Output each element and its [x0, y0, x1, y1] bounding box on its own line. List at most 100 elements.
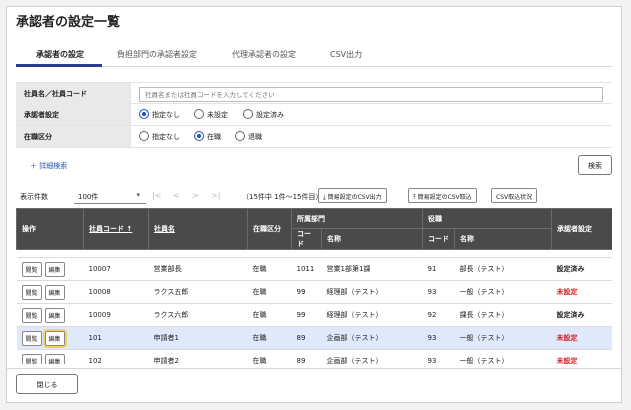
record-range: （15件中 1件～15件目） — [242, 193, 323, 201]
csv-import-status-button[interactable]: CSV取込状況 — [491, 188, 538, 203]
table-row: 閲覧 編集 10007 営業部長 在職 1011 営業1部第1課 91 部長（テスト） 設定済み — [16, 257, 612, 281]
dept-name: 経理部（テスト） — [321, 303, 423, 327]
next-page-icon[interactable]: > — [192, 191, 199, 200]
col-pos-code: コード — [422, 228, 455, 250]
pos-code: 93 — [422, 349, 455, 364]
pos-code: 92 — [422, 303, 455, 327]
approver-radio-none[interactable]: 指定なし — [139, 109, 180, 120]
col-ops: 操作 — [16, 208, 84, 250]
view-button[interactable]: 閲覧 — [21, 284, 42, 300]
active-tab-indicator — [16, 64, 102, 67]
approver-status: 未設定 — [551, 349, 612, 364]
tab-bar: 承認者の設定 負担部門の承認者設定 代理承認者の設定 CSV出力 — [16, 42, 612, 67]
col-emp-code[interactable]: 社員コード ↑ — [83, 208, 149, 250]
table-row: 閲覧 編集 10009 ラクス六郎 在職 99 経理部（テスト） 92 課長（テスト） 設定済み — [16, 303, 612, 327]
tab-burden-dept-approver[interactable]: 負担部門の承認者設定 — [117, 49, 197, 60]
emp-code: 101 — [83, 326, 149, 350]
status-label: 在職区分 — [16, 126, 131, 147]
dept-code: 99 — [291, 280, 322, 304]
edit-button[interactable]: 編集 — [42, 328, 67, 348]
col-dept-name: 名称 — [321, 228, 423, 250]
pos-code: 93 — [422, 280, 455, 304]
dept-name: 営業1部第1課 — [321, 257, 423, 281]
col-approver: 承認者設定 — [551, 208, 612, 250]
col-pos-name: 名称 — [454, 228, 552, 250]
approver-table-wrap[interactable]: 操作 社員コード ↑ 社員名 在職区分 所属部門 役職 承認者設定 コード 名称… — [16, 208, 612, 364]
approver-status: 未設定 — [551, 326, 612, 350]
approver-label: 承認者設定 — [16, 104, 131, 125]
csv-export-button[interactable]: ⤓ 簡易設定のCSV出力 — [318, 188, 387, 203]
employee-row: 社員名／社員コード — [16, 82, 612, 104]
tab-csv-export[interactable]: CSV出力 — [330, 49, 362, 60]
pos-name: 課長（テスト） — [454, 303, 552, 327]
emp-code: 102 — [83, 349, 149, 364]
tab-approver-settings[interactable]: 承認者の設定 — [36, 49, 84, 60]
dept-code: 99 — [291, 303, 322, 327]
csv-import-button[interactable]: ⤒ 簡易設定のCSV取込 — [408, 188, 477, 203]
dept-code: 89 — [291, 326, 322, 350]
approver-status: 設定済み — [551, 257, 612, 281]
edit-button[interactable]: 編集 — [44, 284, 65, 300]
radio-icon — [243, 109, 253, 119]
advanced-search-link[interactable]: ＋ 詳細検索 — [30, 161, 67, 171]
view-button[interactable]: 閲覧 — [21, 330, 42, 346]
col-dept-code: コード — [291, 228, 322, 250]
emp-code: 10007 — [83, 257, 149, 281]
tab-proxy-approver[interactable]: 代理承認者の設定 — [232, 49, 296, 60]
emp-name: 申請者1 — [148, 326, 248, 350]
emp-status: 在職 — [247, 303, 292, 327]
col-emp-name[interactable]: 社員名 — [148, 208, 248, 250]
row-actions: 閲覧 編集 — [16, 349, 84, 364]
approver-table: 操作 社員コード ↑ 社員名 在職区分 所属部門 役職 承認者設定 コード 名称… — [16, 208, 612, 364]
status-row: 在職区分 指定なし 在職 退職 — [16, 126, 612, 148]
search-form: 社員名／社員コード 承認者設定 指定なし 未設定 設定済み 在職区分 指定なし … — [16, 82, 612, 148]
radio-selected-icon — [139, 109, 149, 119]
radio-icon — [139, 131, 149, 141]
dept-name: 企画部（テスト） — [321, 349, 423, 364]
pos-name: 部長（テスト） — [454, 257, 552, 281]
view-button[interactable]: 閲覧 — [21, 307, 42, 323]
view-button[interactable]: 閲覧 — [21, 261, 42, 277]
employee-label: 社員名／社員コード — [16, 83, 131, 104]
approver-radio-unset[interactable]: 未設定 — [194, 109, 228, 120]
approver-status: 未設定 — [551, 280, 612, 304]
last-page-icon[interactable]: >| — [211, 191, 220, 200]
edit-button[interactable]: 編集 — [44, 307, 65, 323]
first-page-icon[interactable]: |< — [152, 191, 161, 200]
pos-code: 93 — [422, 326, 455, 350]
radio-icon — [194, 109, 204, 119]
edit-button[interactable]: 編集 — [44, 261, 65, 277]
dept-name: 企画部（テスト） — [321, 326, 423, 350]
emp-name: ラクス六郎 — [148, 303, 248, 327]
emp-name: 申請者2 — [148, 349, 248, 364]
status-radio-none[interactable]: 指定なし — [139, 131, 180, 142]
table-row: 閲覧 編集 102 申請者2 在職 89 企画部（テスト） 93 一般（テスト） 未設定 — [16, 349, 612, 364]
search-button[interactable]: 検索 — [578, 155, 612, 175]
dept-name: 経理部（テスト） — [321, 280, 423, 304]
emp-status: 在職 — [247, 280, 292, 304]
pos-code: 91 — [422, 257, 455, 281]
emp-code: 10008 — [83, 280, 149, 304]
radio-selected-icon — [194, 131, 204, 141]
close-button[interactable]: 閉じる — [16, 374, 78, 394]
pos-name: 一般（テスト） — [454, 280, 552, 304]
dept-code: 89 — [291, 349, 322, 364]
emp-name: ラクス五郎 — [148, 280, 248, 304]
edit-button[interactable]: 編集 — [44, 353, 65, 364]
dept-code: 1011 — [291, 257, 322, 281]
view-button[interactable]: 閲覧 — [21, 353, 42, 364]
page-size-select[interactable]: 100件 ▾ — [74, 187, 146, 204]
status-radio-employed[interactable]: 在職 — [194, 131, 221, 142]
table-row: 閲覧 編集 10008 ラクス五郎 在職 99 経理部（テスト） 93 一般（テスト） 未設定 — [16, 280, 612, 304]
chevron-down-icon: ▾ — [136, 191, 140, 199]
page-title: 承認者の設定一覧 — [16, 15, 121, 30]
approver-radio-set[interactable]: 設定済み — [243, 109, 284, 120]
approver-row: 承認者設定 指定なし 未設定 設定済み — [16, 104, 612, 126]
prev-page-icon[interactable]: < — [173, 191, 180, 200]
employee-search-input[interactable] — [139, 87, 603, 102]
status-radio-retired[interactable]: 退職 — [235, 131, 262, 142]
table-row: 閲覧 編集 101 申請者1 在職 89 企画部（テスト） 93 一般（テスト） 未設定 — [16, 326, 612, 350]
col-position: 役職 — [422, 208, 552, 229]
pager-bar: 表示件数 100件 ▾ |< < > >| （15件中 1件～15件目） ⤓ 簡易… — [16, 187, 612, 205]
dialog-footer — [6, 368, 622, 403]
